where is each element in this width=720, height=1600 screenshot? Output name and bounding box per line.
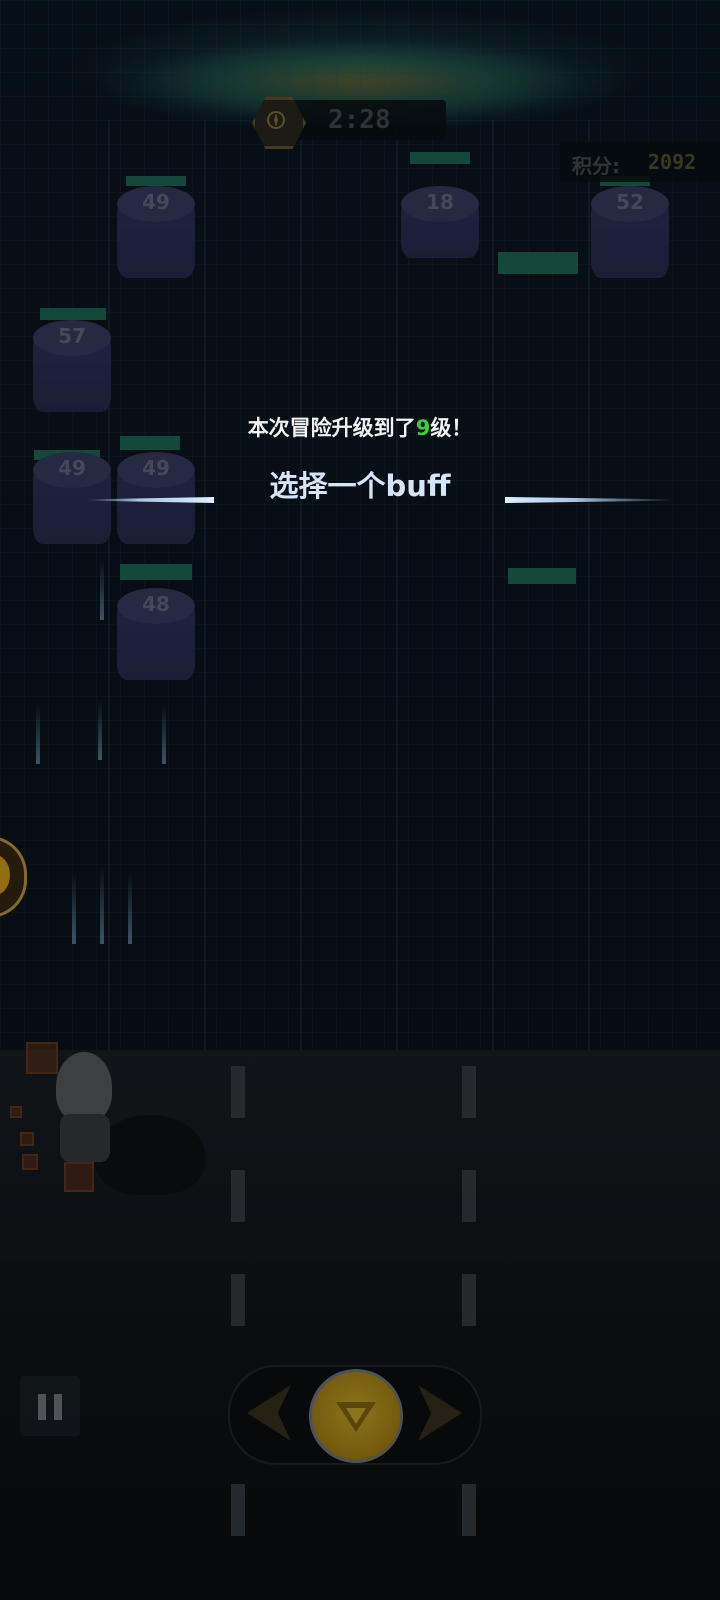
levelup-message: 本次冒险升级到了9级！ <box>0 412 720 442</box>
levelup-prefix: 本次冒险升级到了 <box>247 416 416 440</box>
levelup-overlay <box>0 0 720 1600</box>
game-stage: 49 18 52 57 49 49 48 2:28 积分: 2092 本次冒险升… <box>0 0 720 1600</box>
levelup-suffix: 级！ <box>430 416 473 440</box>
levelup-level: 9 <box>415 416 431 440</box>
